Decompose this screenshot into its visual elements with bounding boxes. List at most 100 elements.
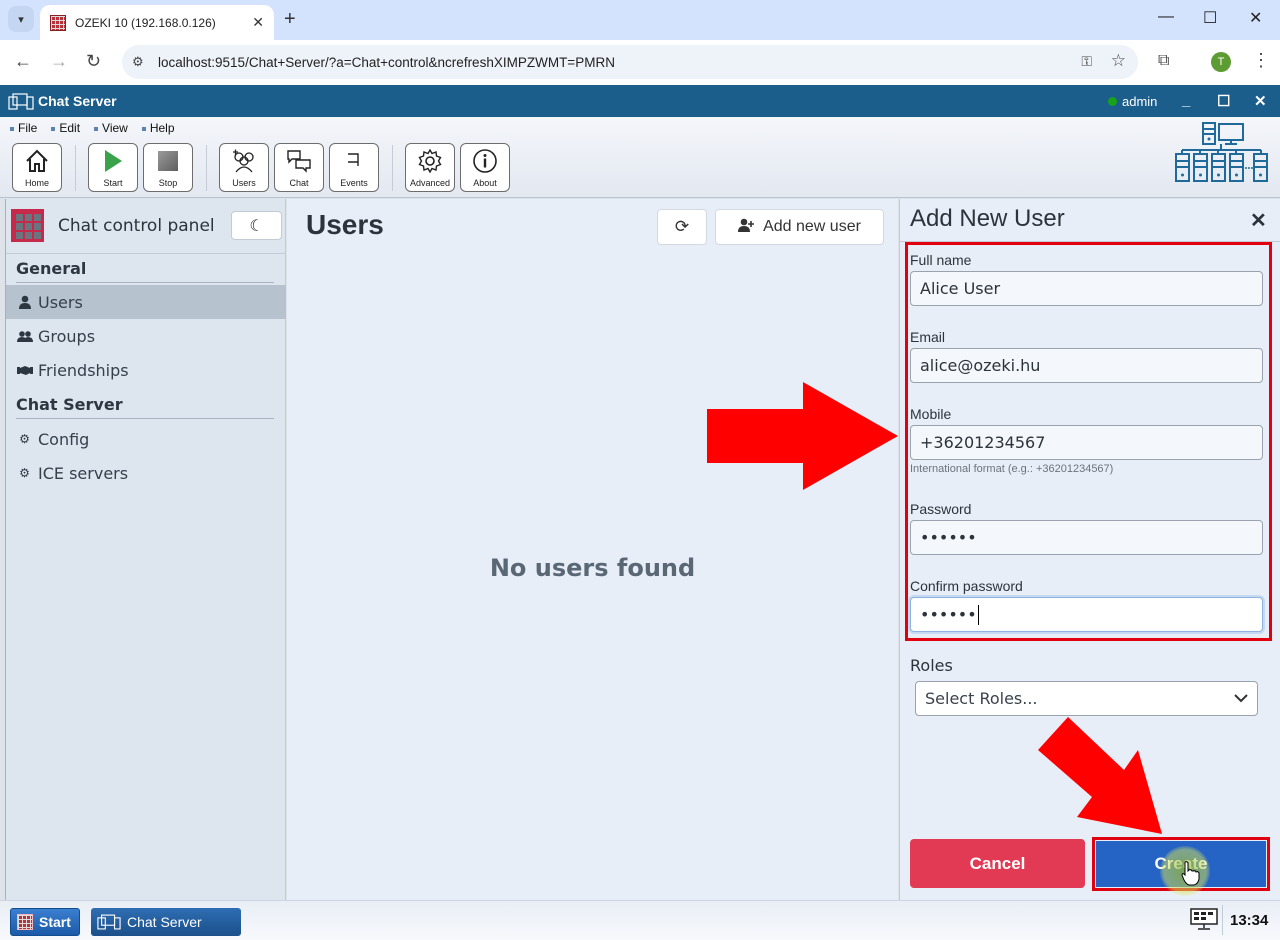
tray-separator: [1222, 905, 1223, 935]
gear-icon: [417, 144, 443, 178]
chat-control-logo-icon: [11, 209, 44, 242]
site-settings-icon[interactable]: ⚙: [132, 54, 144, 70]
roles-select[interactable]: Select Roles...: [915, 681, 1258, 716]
app-titlebar: Chat Server: [0, 85, 1280, 117]
browser-toolbar: ← → ↻ ⚙ localhost:9515/Chat+Server/?a=Ch…: [0, 40, 1280, 85]
sidebar-item-label: Friendships: [38, 360, 129, 380]
toolbar-separator: [206, 145, 207, 191]
user-icon: [16, 295, 33, 309]
confirm-password-input[interactable]: ••••••: [910, 597, 1263, 632]
add-new-user-button[interactable]: Add new user: [715, 209, 884, 245]
app-maximize-button[interactable]: ☐: [1217, 92, 1230, 110]
sidebar-item-label: Groups: [38, 326, 96, 346]
close-window-button[interactable]: ✕: [1249, 8, 1262, 28]
sidebar-item-label: ICE servers: [38, 463, 129, 483]
app-close-button[interactable]: ✕: [1254, 92, 1267, 110]
confirm-password-value: ••••••: [920, 605, 977, 624]
home-icon: [24, 144, 50, 178]
tab-search-button[interactable]: ▾: [8, 6, 34, 32]
text-caret: [977, 604, 979, 625]
profile-avatar[interactable]: T: [1211, 52, 1231, 72]
full-name-input[interactable]: Alice User: [910, 271, 1263, 306]
info-icon: [472, 144, 498, 178]
start-label: Start: [39, 914, 71, 930]
online-status-icon: [1108, 97, 1117, 106]
sidebar-item-groups[interactable]: Groups: [6, 319, 286, 353]
browser-menu-icon[interactable]: ⋮: [1252, 50, 1270, 71]
menu-view[interactable]: View: [94, 121, 128, 135]
app-title: Chat Server: [38, 93, 117, 109]
user-plus-icon: [738, 218, 755, 237]
cancel-button[interactable]: Cancel: [910, 839, 1085, 888]
os-taskbar: Start Chat Server: [0, 900, 1280, 940]
password-value: ••••••: [920, 528, 977, 547]
play-icon: [102, 144, 124, 178]
current-user[interactable]: admin: [1122, 94, 1157, 109]
chat-server-app-icon: [97, 914, 121, 930]
minimize-window-button[interactable]: —: [1158, 8, 1174, 26]
sidebar-item-users[interactable]: Users: [6, 285, 286, 319]
about-toolbar-button[interactable]: About: [460, 143, 510, 192]
stop-icon: [157, 144, 179, 178]
tab-close-icon[interactable]: ✕: [252, 14, 264, 31]
full-name-value: Alice User: [920, 279, 1001, 298]
sidebar: Chat control panel ☾ General Users Group…: [5, 199, 286, 900]
events-flag-icon: [344, 144, 364, 178]
forward-button[interactable]: →: [50, 51, 68, 72]
bookmark-star-icon[interactable]: ☆: [1111, 51, 1126, 71]
app-minimize-button[interactable]: _: [1182, 92, 1190, 109]
click-indicator: [1160, 846, 1210, 896]
taskbar-chat-server[interactable]: Chat Server: [91, 908, 241, 936]
email-label: Email: [910, 329, 946, 345]
sidebar-item-friendships[interactable]: Friendships: [6, 353, 286, 387]
sidebar-section-general: General: [16, 259, 274, 283]
page-title: Users: [306, 209, 384, 240]
dark-mode-toggle[interactable]: ☾: [231, 211, 282, 240]
password-key-icon[interactable]: ⚿: [1081, 53, 1092, 70]
chat-server-app-icon: [8, 93, 34, 110]
tab-title: OZEKI 10 (192.168.0.126): [75, 15, 216, 30]
url-text: localhost:9515/Chat+Server/?a=Chat+contr…: [158, 54, 615, 70]
toolbar-separator: [75, 145, 76, 191]
sidebar-section-chat-server: Chat Server: [16, 395, 274, 419]
sidebar-item-label: Config: [38, 429, 90, 449]
email-input[interactable]: alice@ozeki.hu: [910, 348, 1263, 383]
advanced-toolbar-button[interactable]: Advanced: [405, 143, 455, 192]
reload-button[interactable]: ↻: [86, 51, 101, 72]
sidebar-item-ice-servers[interactable]: ⚙ ICE servers: [6, 456, 286, 490]
sidebar-item-config[interactable]: ⚙ Config: [6, 422, 286, 456]
display-tray-icon[interactable]: [1190, 908, 1218, 930]
menu-file[interactable]: File: [10, 121, 37, 135]
chat-toolbar-button[interactable]: Chat: [274, 143, 324, 192]
browser-tab[interactable]: OZEKI 10 (192.168.0.126) ✕: [40, 5, 274, 40]
start-button[interactable]: Start: [88, 143, 138, 192]
mobile-hint: International format (e.g.: +36201234567…: [910, 463, 1114, 475]
refresh-button[interactable]: ⟳: [657, 209, 707, 245]
menu-edit[interactable]: Edit: [51, 121, 80, 135]
os-start-button[interactable]: Start: [10, 908, 80, 936]
handshake-icon: [16, 365, 33, 376]
stop-button[interactable]: Stop: [143, 143, 193, 192]
address-bar[interactable]: ⚙ localhost:9515/Chat+Server/?a=Chat+con…: [122, 45, 1138, 79]
password-label: Password: [910, 501, 972, 517]
sidebar-title: Chat control panel: [58, 216, 215, 236]
full-name-label: Full name: [910, 252, 972, 268]
new-tab-button[interactable]: +: [284, 8, 296, 31]
menu-help[interactable]: Help: [142, 121, 175, 135]
extensions-icon[interactable]: ⧉: [1158, 52, 1169, 70]
close-panel-icon[interactable]: ✕: [1250, 208, 1267, 233]
users-toolbar-button[interactable]: Users: [219, 143, 269, 192]
menu-bar: File Edit View Help: [10, 121, 175, 135]
events-toolbar-button[interactable]: Events: [329, 143, 379, 192]
confirm-password-label: Confirm password: [910, 578, 1023, 594]
taskbar-clock: 13:34: [1230, 912, 1269, 929]
panel-title: Add New User: [910, 205, 1065, 232]
roles-placeholder: Select Roles...: [925, 689, 1038, 708]
back-button[interactable]: ←: [14, 51, 32, 72]
email-value: alice@ozeki.hu: [920, 356, 1041, 375]
password-input[interactable]: ••••••: [910, 520, 1263, 555]
moon-icon: ☾: [249, 217, 264, 235]
maximize-window-button[interactable]: ☐: [1203, 8, 1217, 28]
mobile-input[interactable]: +36201234567: [910, 425, 1263, 460]
home-button[interactable]: Home: [12, 143, 62, 192]
